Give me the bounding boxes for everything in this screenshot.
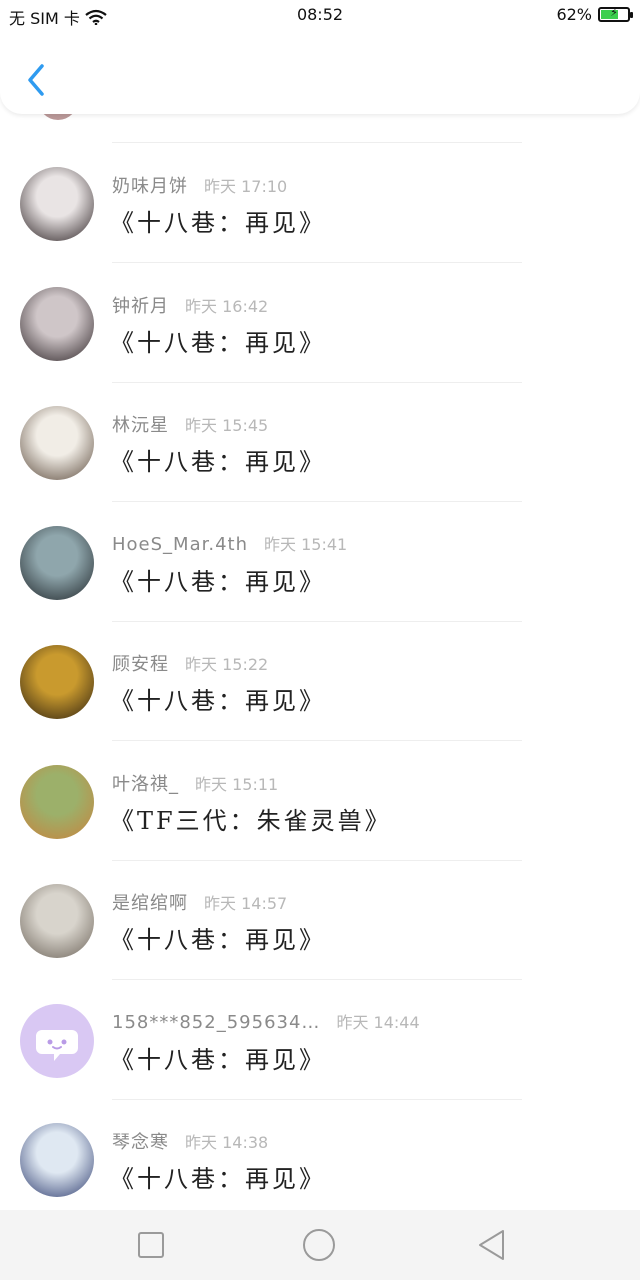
comment-meta: 顾安程 昨天 15:22	[112, 650, 268, 676]
circle-icon[interactable]	[302, 1228, 336, 1262]
story-title[interactable]: 《十八巷：再见》	[110, 1040, 326, 1075]
battery-icon: ⚡	[598, 6, 633, 22]
user-name[interactable]: 是绾绾啊	[112, 893, 188, 914]
user-name[interactable]: 158***852_595634…	[112, 1012, 320, 1033]
story-title[interactable]: 《十八巷：再见》	[110, 562, 326, 597]
list-item[interactable]: 158***852_595634… 昨天 14:44 《十八巷：再见》	[0, 980, 640, 1100]
list-item[interactable]: 林沅星 昨天 15:45 《十八巷：再见》	[0, 382, 640, 502]
timestamp: 昨天 14:38	[185, 1133, 269, 1152]
comment-meta: 是绾绾啊 昨天 14:57	[112, 889, 287, 915]
user-name[interactable]: 顾安程	[112, 654, 169, 675]
list-item[interactable]: 顾安程 昨天 15:22 《十八巷：再见》	[0, 621, 640, 741]
charging-bolt-icon: ⚡	[610, 6, 618, 19]
timestamp: 昨天 15:11	[195, 775, 279, 794]
system-nav-bar	[0, 1210, 640, 1280]
comment-meta: 奶味月饼 昨天 17:10	[112, 172, 287, 198]
status-right: 62% ⚡	[556, 5, 633, 24]
user-name[interactable]: 林沅星	[112, 415, 169, 436]
list-item[interactable]: 琴念寒 昨天 14:38 《十八巷：再见》	[0, 1099, 640, 1210]
user-name[interactable]: 钟祈月	[112, 296, 169, 317]
timestamp: 昨天 17:10	[204, 177, 288, 196]
battery-percent: 62%	[556, 5, 592, 24]
chat-bubble-icon	[36, 1030, 78, 1061]
square-icon[interactable]	[134, 1228, 168, 1262]
story-title[interactable]: 《TF三代：朱雀灵兽》	[110, 801, 392, 836]
story-title[interactable]: 《十八巷：再见》	[110, 442, 326, 477]
chevron-left-icon[interactable]	[22, 60, 52, 100]
avatar[interactable]	[20, 1123, 94, 1197]
avatar[interactable]	[20, 167, 94, 241]
comment-meta: 158***852_595634… 昨天 14:44	[112, 1009, 420, 1033]
timestamp: 昨天 15:45	[185, 416, 269, 435]
avatar[interactable]	[20, 406, 94, 480]
list-item[interactable]: 奶味月饼 昨天 17:10 《十八巷：再见》	[0, 143, 640, 263]
avatar[interactable]	[20, 526, 94, 600]
triangle-back-icon[interactable]	[475, 1228, 509, 1262]
user-name[interactable]: 琴念寒	[112, 1132, 169, 1153]
timestamp: 昨天 16:42	[185, 297, 269, 316]
comment-meta: 叶洛祺_ 昨天 15:11	[112, 770, 278, 796]
clock: 08:52	[296, 5, 344, 24]
user-name[interactable]: 奶味月饼	[112, 176, 188, 197]
comment-meta: 林沅星 昨天 15:45	[112, 411, 268, 437]
timestamp: 昨天 14:44	[336, 1013, 420, 1032]
comment-meta: 钟祈月 昨天 16:42	[112, 292, 268, 318]
user-name[interactable]: 叶洛祺_	[112, 774, 179, 795]
story-title[interactable]: 《十八巷：再见》	[110, 1159, 326, 1194]
list-item[interactable]: HoeS_Mar.4th 昨天 15:41 《十八巷：再见》	[0, 502, 640, 622]
story-title[interactable]: 《十八巷：再见》	[110, 323, 326, 358]
timestamp: 昨天 15:22	[185, 655, 269, 674]
story-title[interactable]: 《十八巷：再见》	[110, 203, 326, 238]
comment-meta: HoeS_Mar.4th 昨天 15:41	[112, 531, 347, 555]
user-name[interactable]: HoeS_Mar.4th	[112, 534, 248, 555]
story-title[interactable]: 《十八巷：再见》	[110, 681, 326, 716]
timestamp: 昨天 14:57	[204, 894, 288, 913]
list-item[interactable]: 叶洛祺_ 昨天 15:11 《TF三代：朱雀灵兽》	[0, 741, 640, 861]
comment-meta: 琴念寒 昨天 14:38	[112, 1128, 268, 1154]
timestamp: 昨天 15:41	[264, 535, 348, 554]
avatar[interactable]	[20, 765, 94, 839]
avatar[interactable]	[20, 645, 94, 719]
list-item[interactable]: 钟祈月 昨天 16:42 《十八巷：再见》	[0, 263, 640, 383]
avatar[interactable]	[20, 287, 94, 361]
avatar[interactable]	[20, 1004, 94, 1078]
story-title[interactable]: 《十八巷：再见》	[110, 920, 326, 955]
avatar[interactable]	[20, 884, 94, 958]
comment-list: 奶味月饼 昨天 17:10 《十八巷：再见》 钟祈月 昨天 16:42 《十八巷：再见》林…	[0, 0, 640, 1210]
status-bar: 无 SIM 卡 08:52 62% ⚡	[0, 0, 640, 32]
list-item[interactable]: 是绾绾啊 昨天 14:57 《十八巷：再见》	[0, 860, 640, 980]
